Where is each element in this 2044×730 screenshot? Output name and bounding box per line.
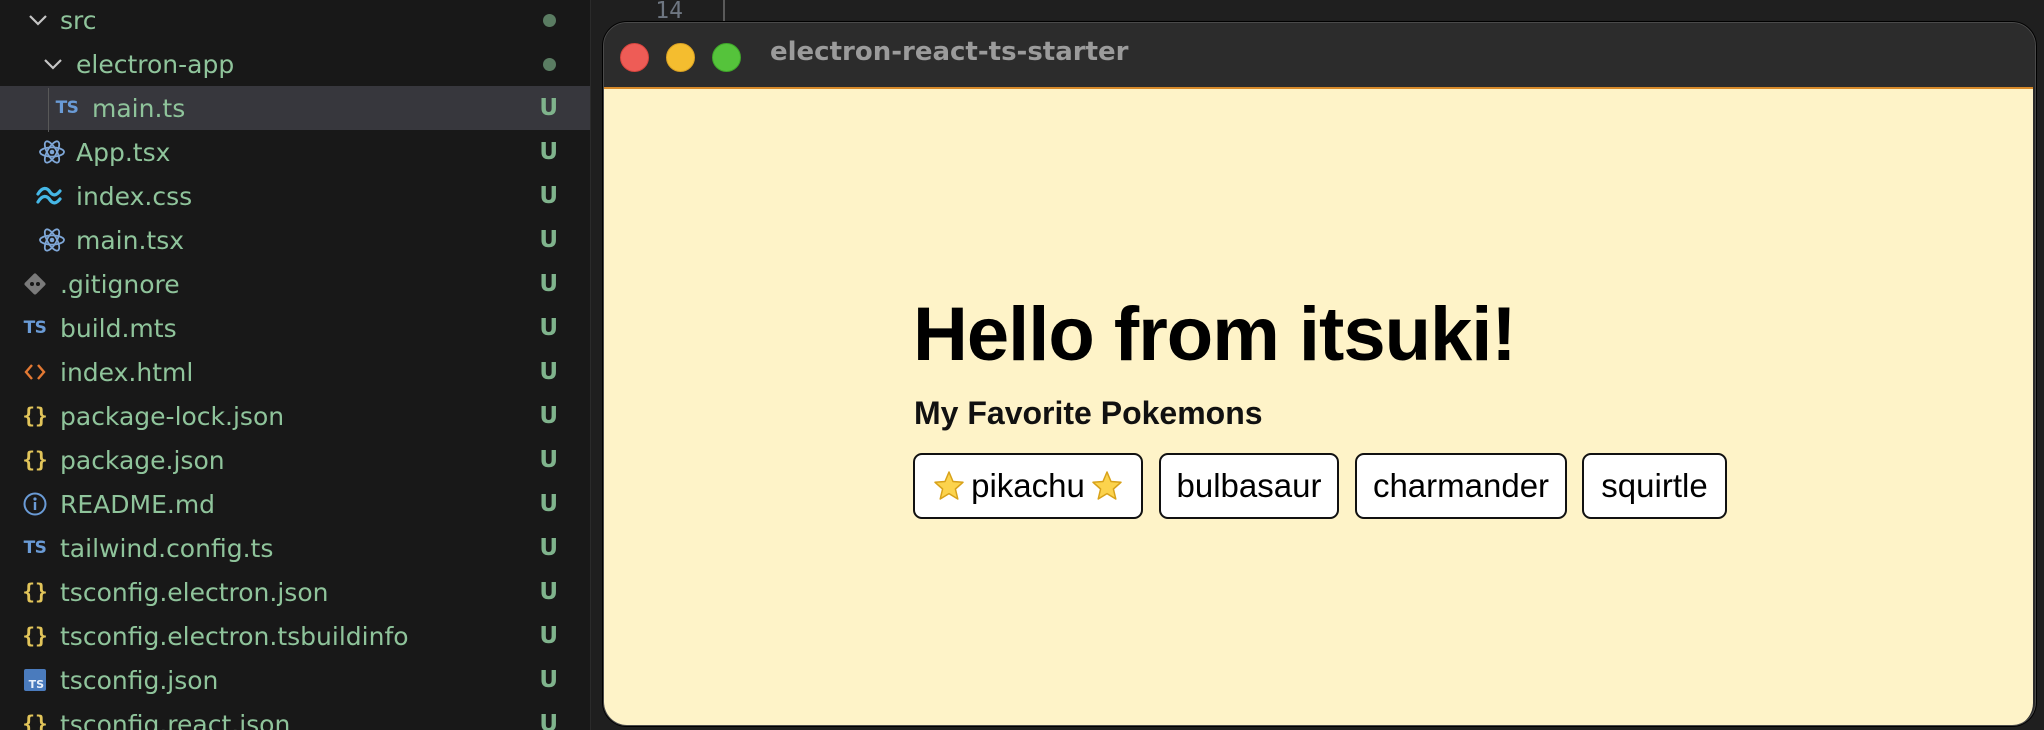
status-badge: U (539, 579, 558, 605)
tree-file-package-json[interactable]: {} package.json U (0, 438, 590, 482)
electron-app-window: electron-react-ts-starter Hello from its… (603, 22, 2036, 726)
tree-file-main-ts[interactable]: TS main.ts U (0, 86, 590, 130)
status-badge: U (539, 623, 558, 649)
status-badge: U (539, 491, 558, 517)
status-badge: U (539, 95, 558, 121)
tree-folder-src[interactable]: src (0, 0, 590, 42)
status-badge: U (539, 271, 558, 297)
tailwind-file-icon (34, 182, 64, 210)
typescript-file-icon: TS (23, 538, 47, 558)
gutter-divider (723, 0, 725, 22)
status-badge: U (539, 183, 558, 209)
tree-item-label: tsconfig.react.json (60, 709, 291, 730)
tree-file-package-lock-json[interactable]: {} package-lock.json U (0, 394, 590, 438)
indent-guide (48, 88, 49, 132)
tsconfig-file-icon: TS (20, 666, 50, 694)
json-file-icon: {} (22, 624, 48, 648)
tree-item-label: package-lock.json (60, 401, 285, 431)
status-dot (543, 57, 556, 71)
line-number: 14 (655, 0, 683, 24)
tree-file-tailwind-config-ts[interactable]: TS tailwind.config.ts U (0, 526, 590, 570)
typescript-file-icon: TS (23, 318, 47, 338)
tree-item-label: main.ts (92, 93, 186, 123)
json-file-icon: {} (22, 712, 48, 730)
status-badge: U (539, 667, 558, 693)
tree-item-label: index.html (60, 357, 194, 387)
window-titlebar[interactable]: electron-react-ts-starter (604, 23, 2035, 87)
chevron-down-icon (42, 53, 64, 75)
tree-folder-electron-app[interactable]: electron-app (0, 42, 590, 86)
page-title: Hello from itsuki! (913, 292, 1517, 377)
status-badge: U (539, 711, 558, 730)
pokemon-button-charmander[interactable]: charmander (1355, 453, 1567, 519)
zoom-window-button[interactable] (712, 43, 741, 72)
tree-file-gitignore[interactable]: .gitignore U (0, 262, 590, 306)
window-title: electron-react-ts-starter (770, 37, 1129, 67)
status-badge: U (539, 227, 558, 253)
tree-item-label: build.mts (60, 313, 177, 343)
app-content: Hello from itsuki! My Favorite Pokemons … (604, 87, 2033, 725)
tree-item-label: package.json (60, 445, 225, 475)
pokemon-label: pikachu (971, 467, 1085, 504)
pokemon-button-squirtle[interactable]: squirtle (1582, 453, 1727, 519)
json-file-icon: {} (22, 580, 48, 604)
tree-item-label: index.css (76, 181, 193, 211)
status-badge: U (539, 359, 558, 385)
close-window-button[interactable] (620, 43, 649, 72)
json-file-icon: {} (22, 448, 48, 472)
status-badge: U (539, 403, 558, 429)
typescript-file-icon: TS (55, 98, 79, 118)
tree-item-label: tsconfig.electron.json (60, 577, 329, 607)
tree-file-tsconfig-react-json[interactable]: {} tsconfig.react.json U (0, 702, 590, 730)
pokemon-button-pikachu[interactable]: pikachu (913, 453, 1143, 519)
pokemon-button-bulbasaur[interactable]: bulbasaur (1159, 453, 1339, 519)
react-file-icon (37, 226, 67, 254)
react-file-icon (37, 138, 67, 166)
tree-file-tsconfig-json[interactable]: TS tsconfig.json U (0, 658, 590, 702)
minimize-window-button[interactable] (666, 43, 695, 72)
tree-file-index-html[interactable]: index.html U (0, 350, 590, 394)
status-badge: U (539, 315, 558, 341)
tree-file-tsconfig-electron-json[interactable]: {} tsconfig.electron.json U (0, 570, 590, 614)
tree-file-app-tsx[interactable]: App.tsx U (0, 130, 590, 174)
file-explorer: src electron-app TS main.ts U App.tsx U (0, 0, 590, 730)
chevron-down-icon (27, 9, 49, 31)
status-dot (543, 13, 556, 27)
status-badge: U (539, 447, 558, 473)
tree-item-label: main.tsx (76, 225, 185, 255)
tree-item-label: tsconfig.electron.tsbuildinfo (60, 621, 409, 651)
tree-file-main-tsx[interactable]: main.tsx U (0, 218, 590, 262)
tree-item-label: src (60, 5, 97, 35)
info-file-icon (20, 490, 50, 518)
tree-item-label: electron-app (76, 49, 235, 79)
tree-item-label: tsconfig.json (60, 665, 219, 695)
section-subtitle: My Favorite Pokemons (914, 395, 1263, 431)
tree-file-build-mts[interactable]: TS build.mts U (0, 306, 590, 350)
tree-item-label: tailwind.config.ts (60, 533, 274, 563)
json-file-icon: {} (22, 404, 48, 428)
tree-file-readme-md[interactable]: README.md U (0, 482, 590, 526)
tree-file-index-css[interactable]: index.css U (0, 174, 590, 218)
status-badge: U (539, 139, 558, 165)
tree-file-tsconfig-electron-tsbuildinfo[interactable]: {} tsconfig.electron.tsbuildinfo U (0, 614, 590, 658)
git-file-icon (20, 270, 50, 298)
tree-item-label: .gitignore (60, 269, 180, 299)
star-icon (1091, 470, 1123, 502)
star-icon (933, 470, 965, 502)
status-badge: U (539, 535, 558, 561)
tree-item-label: App.tsx (76, 137, 171, 167)
html-file-icon (20, 358, 50, 386)
tree-item-label: README.md (60, 489, 216, 519)
